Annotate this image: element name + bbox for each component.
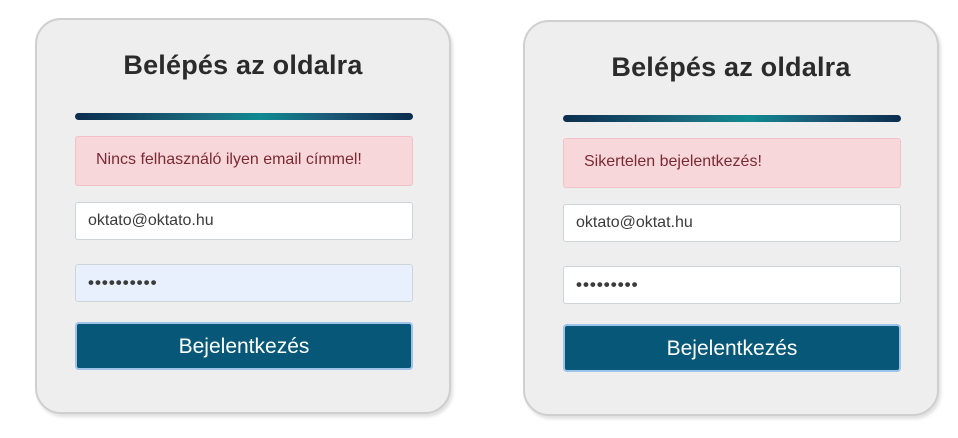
password-field[interactable]: •••••••••• [75, 264, 413, 302]
login-card-left: Belépés az oldalra Nincs felhasználó ily… [35, 18, 451, 414]
login-button[interactable]: Bejelentkezés [75, 322, 413, 370]
login-button[interactable]: Bejelentkezés [563, 324, 901, 372]
email-field[interactable]: oktato@oktato.hu [75, 202, 413, 240]
login-title: Belépés az oldalra [123, 50, 363, 80]
title-divider [75, 113, 413, 120]
error-alert: Nincs felhasználó ilyen email címmel! [75, 136, 413, 186]
error-alert: Sikertelen bejelentkezés! [563, 138, 901, 188]
login-title: Belépés az oldalra [611, 52, 851, 82]
title-divider [563, 115, 901, 122]
password-field[interactable]: ••••••••• [563, 266, 901, 304]
login-card-right: Belépés az oldalra Sikertelen bejelentke… [523, 20, 939, 416]
email-field[interactable]: oktato@oktat.hu [563, 204, 901, 242]
